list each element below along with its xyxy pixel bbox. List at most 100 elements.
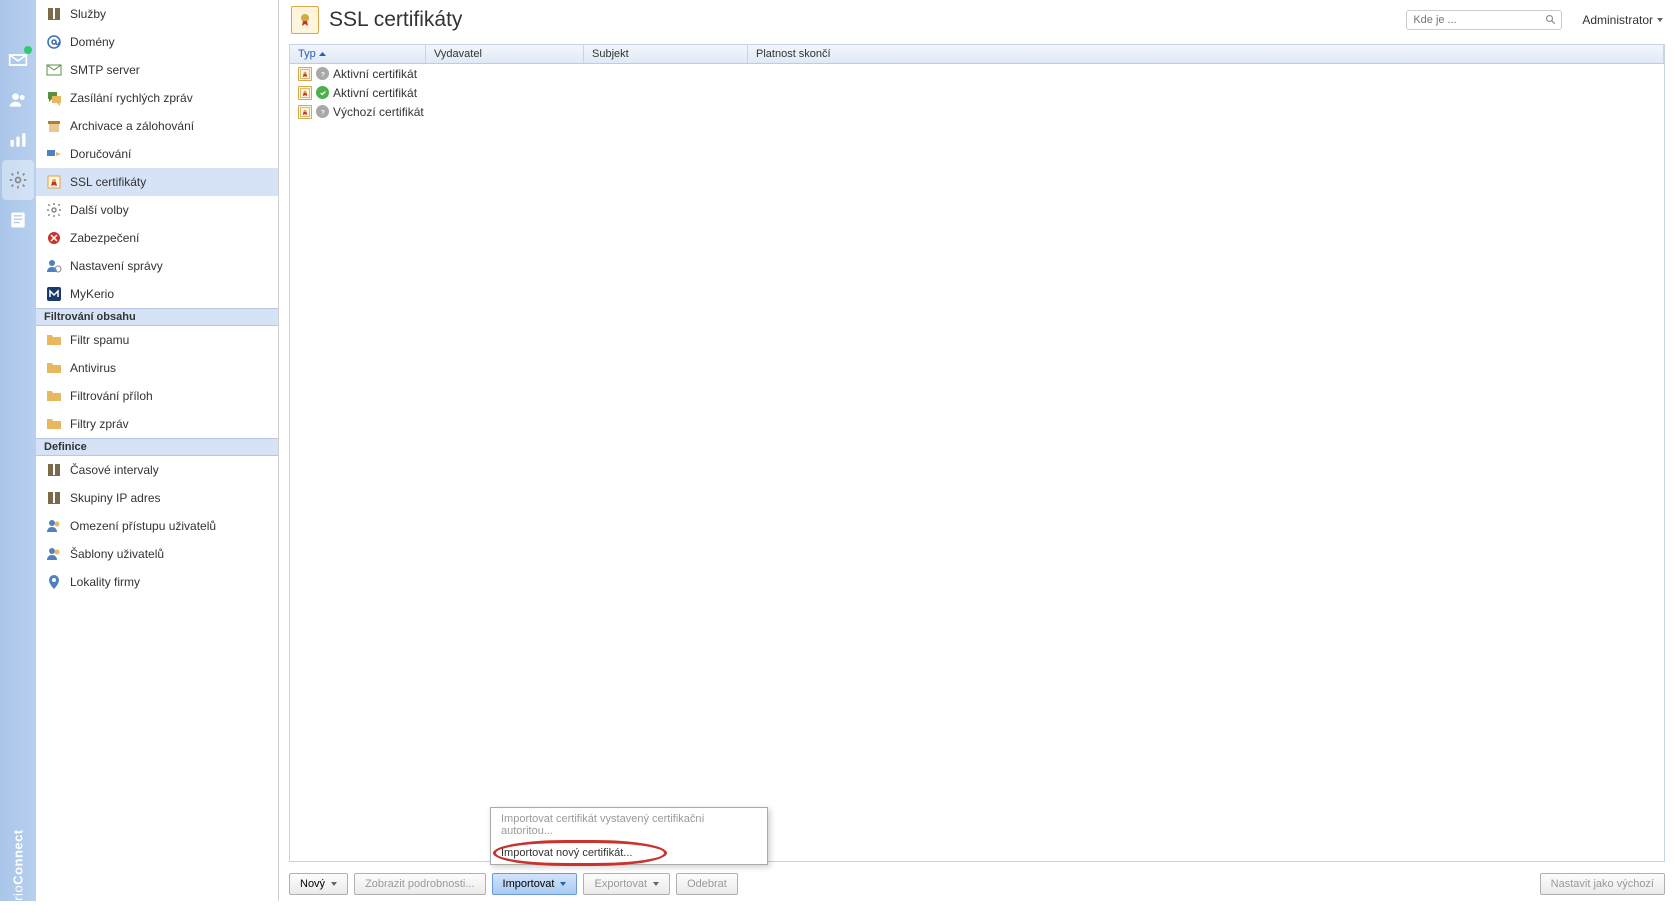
- check-icon: [316, 86, 329, 99]
- mail-icon: [46, 62, 62, 78]
- sidebar-item-label: Antivirus: [70, 361, 116, 375]
- import-button[interactable]: Importovat: [492, 873, 578, 895]
- sidebar-item-label: MyKerio: [70, 287, 114, 301]
- deliver-icon: [46, 146, 62, 162]
- cert-name: Aktivní certifikát: [333, 67, 417, 81]
- vnav-stats[interactable]: [2, 120, 34, 160]
- mykerio-icon: [46, 286, 62, 302]
- remove-button[interactable]: Odebrat: [676, 873, 738, 895]
- set-default-button[interactable]: Nastavit jako výchozí: [1540, 873, 1665, 895]
- sidebar-item-label: Služby: [70, 7, 106, 21]
- svg-text:?: ?: [321, 109, 325, 116]
- vnav-users[interactable]: [2, 80, 34, 120]
- chevron-down-icon: [331, 882, 337, 886]
- cert-name: Aktivní certifikát: [333, 86, 417, 100]
- import-menu: Importovat certifikát vystavený certifik…: [490, 807, 768, 865]
- admin-icon: [46, 258, 62, 274]
- details-button[interactable]: Zobrazit podrobnosti...: [354, 873, 485, 895]
- sidebar-item-mykerio[interactable]: MyKerio: [36, 280, 278, 308]
- vnav-logs[interactable]: [2, 200, 34, 240]
- import-ca-cert-item[interactable]: Importovat certifikát vystavený certifik…: [491, 808, 767, 842]
- sidebar-item-doru-ov-n-[interactable]: Doručování: [36, 140, 278, 168]
- chevron-down-icon: [1657, 18, 1663, 22]
- sidebar-item--ablony-u-ivatel-[interactable]: Šablony uživatelů: [36, 540, 278, 568]
- import-new-cert-item[interactable]: Importovat nový certifikát...: [491, 842, 767, 864]
- user-menu[interactable]: Administrator: [1582, 13, 1663, 27]
- titlebar: SSL certifikáty Administrator: [279, 0, 1675, 44]
- sidebar-item-label: Časové intervaly: [70, 463, 159, 477]
- vertical-nav: KerioConnect: [0, 0, 36, 901]
- sidebar-item-dom-ny[interactable]: Domény: [36, 28, 278, 56]
- product-logo: KerioConnect: [11, 829, 26, 917]
- chat-icon: [46, 90, 62, 106]
- sidebar-item-label: Omezení přístupu uživatelů: [70, 519, 216, 533]
- sidebar-item-zabezpe-en-[interactable]: Zabezpečení: [36, 224, 278, 252]
- sidebar-item-label: Filtry zpráv: [70, 417, 129, 431]
- sidebar-item-smtp-server[interactable]: SMTP server: [36, 56, 278, 84]
- sidebar-item-slu-by[interactable]: Služby: [36, 0, 278, 28]
- sidebar-group-filtering: Filtrování obsahu: [36, 308, 278, 326]
- sidebar-item-zas-l-n-rychl-ch-zpr-v[interactable]: Zasílání rychlých zpráv: [36, 84, 278, 112]
- sidebar-item-lokality-firmy[interactable]: Lokality firmy: [36, 568, 278, 596]
- export-button[interactable]: Exportovat: [583, 873, 670, 895]
- book-icon: [46, 462, 62, 478]
- sidebar-item-label: Zasílání rychlých zpráv: [70, 91, 193, 105]
- cert-name: Výchozí certifikát: [333, 105, 424, 119]
- certificate-icon: [298, 86, 312, 100]
- sidebar-item-label: SSL certifikáty: [70, 175, 146, 189]
- vnav-mail[interactable]: [2, 40, 34, 80]
- chevron-down-icon: [653, 882, 659, 886]
- table-row[interactable]: ? Výchozí certifikát: [290, 102, 1664, 121]
- search-input[interactable]: [1406, 10, 1562, 30]
- sidebar-item-omezen-p-stupu-u-ivatel-[interactable]: Omezení přístupu uživatelů: [36, 512, 278, 540]
- col-expires[interactable]: Platnost skončí: [748, 45, 1664, 63]
- col-subject[interactable]: Subjekt: [584, 45, 748, 63]
- cert-icon: [46, 174, 62, 190]
- new-button[interactable]: Nový: [289, 873, 348, 895]
- sidebar-item-label: SMTP server: [70, 63, 140, 77]
- certificates-table: Typ Vydavatel Subjekt Platnost skončí ? A…: [289, 44, 1665, 862]
- sidebar-group-definitions: Definice: [36, 438, 278, 456]
- sidebar-item-ssl-certifik-ty[interactable]: SSL certifikáty: [36, 168, 278, 196]
- sidebar-item--asov-intervaly[interactable]: Časové intervaly: [36, 456, 278, 484]
- sidebar-item-archivace-a-z-lohov-n-[interactable]: Archivace a zálohování: [36, 112, 278, 140]
- bottom-toolbar: Nový Zobrazit podrobnosti... Importovat …: [279, 868, 1675, 901]
- certificate-icon: [298, 105, 312, 119]
- sidebar-item-filtry-zpr-v[interactable]: Filtry zpráv: [36, 410, 278, 438]
- chevron-down-icon: [560, 882, 566, 886]
- svg-text:?: ?: [321, 71, 325, 78]
- certificate-icon: [298, 67, 312, 81]
- sidebar-item-filtrov-n-p-loh[interactable]: Filtrování příloh: [36, 382, 278, 410]
- table-row[interactable]: Aktivní certifikát: [290, 83, 1664, 102]
- sidebar-item-label: Archivace a zálohování: [70, 119, 194, 133]
- sidebar-item-dal-volby[interactable]: Další volby: [36, 196, 278, 224]
- sidebar: Služby Domény SMTP server Zasílání rychlých…: [36, 0, 279, 901]
- at-icon: [46, 34, 62, 50]
- folder-icon: [46, 388, 62, 404]
- sidebar-item-label: Doručování: [70, 147, 131, 161]
- sidebar-item-label: Skupiny IP adres: [70, 491, 161, 505]
- sidebar-item-skupiny-ip-adres[interactable]: Skupiny IP adres: [36, 484, 278, 512]
- vnav-settings[interactable]: [2, 160, 34, 200]
- page-title: SSL certifikáty: [329, 8, 1396, 32]
- folder-icon: [46, 360, 62, 376]
- sidebar-item-antivirus[interactable]: Antivirus: [36, 354, 278, 382]
- book-icon: [46, 490, 62, 506]
- book-icon: [46, 6, 62, 22]
- main-content: SSL certifikáty Administrator Typ Vydava…: [279, 0, 1675, 901]
- sidebar-item-label: Další volby: [70, 203, 129, 217]
- col-type[interactable]: Typ: [290, 45, 426, 63]
- sidebar-item-label: Domény: [70, 35, 115, 49]
- status-badge-icon: [24, 46, 32, 54]
- sidebar-item-label: Šablony uživatelů: [70, 547, 164, 561]
- loc-icon: [46, 574, 62, 590]
- sidebar-item-label: Nastavení správy: [70, 259, 163, 273]
- sidebar-item-label: Filtr spamu: [70, 333, 129, 347]
- gear-icon: [46, 202, 62, 218]
- col-issuer[interactable]: Vydavatel: [426, 45, 584, 63]
- sidebar-item-filtr-spamu[interactable]: Filtr spamu: [36, 326, 278, 354]
- table-header: Typ Vydavatel Subjekt Platnost skončí: [290, 45, 1664, 64]
- sidebar-item-nastaven-spr-vy[interactable]: Nastavení správy: [36, 252, 278, 280]
- sidebar-item-label: Lokality firmy: [70, 575, 140, 589]
- table-row[interactable]: ? Aktivní certifikát: [290, 64, 1664, 83]
